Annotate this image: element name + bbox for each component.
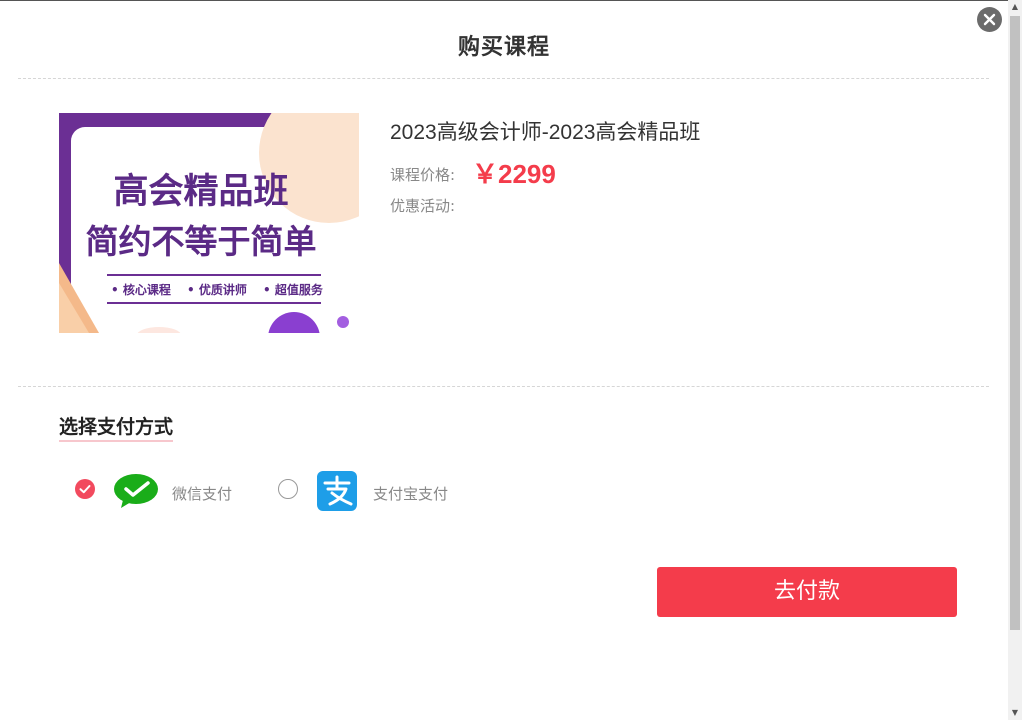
- promo-label: 优惠活动:: [390, 197, 456, 215]
- wechat-pay-icon[interactable]: [113, 473, 159, 513]
- price-label: 课程价格:: [390, 166, 456, 184]
- purchase-dialog: 购买课程 高会精品班 简约不等于简单 • 核心课程 • 优质讲师 • 超值服务 …: [0, 0, 1008, 720]
- thumb-bullet: • 超值服务: [263, 282, 324, 297]
- wechat-pay-radio[interactable]: [75, 479, 95, 499]
- course-name: 2023高级会计师-2023高会精品班: [390, 121, 701, 144]
- pay-button[interactable]: 去付款: [657, 567, 957, 617]
- scroll-down-arrow-icon[interactable]: ▼: [1008, 706, 1022, 720]
- payment-heading: 选择支付方式: [59, 412, 174, 442]
- alipay-icon[interactable]: [317, 471, 357, 515]
- thumb-headline-2: 简约不等于简单: [86, 222, 317, 261]
- thumb-bullet: • 优质讲师: [187, 282, 247, 297]
- alipay-radio[interactable]: [278, 479, 298, 499]
- checkmark-icon: [79, 485, 91, 494]
- wechat-pay-label[interactable]: 微信支付: [172, 483, 232, 504]
- course-thumbnail: 高会精品班 简约不等于简单 • 核心课程 • 优质讲师 • 超值服务: [59, 113, 359, 333]
- alipay-label[interactable]: 支付宝支付: [373, 483, 448, 504]
- scrollbar-thumb[interactable]: [1010, 16, 1020, 630]
- thumb-bullet: • 核心课程: [111, 282, 171, 297]
- middle-divider: [18, 386, 989, 387]
- price-value: ￥2299: [472, 159, 556, 189]
- dialog-title: 购买课程: [457, 35, 550, 60]
- scroll-up-arrow-icon[interactable]: ▲: [1008, 0, 1022, 14]
- thumb-headline-1: 高会精品班: [113, 172, 288, 212]
- scrollbar[interactable]: ▲ ▼: [1008, 0, 1022, 720]
- top-divider: [18, 78, 989, 79]
